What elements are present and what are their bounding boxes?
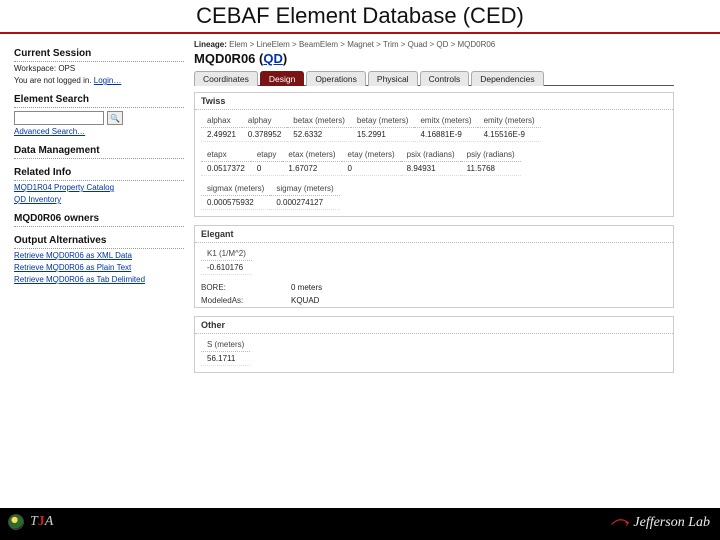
ced-app: Current Session Workspace: OPS You are n…: [14, 40, 706, 490]
output-link-xml[interactable]: Retrieve MQD0R06 as XML Data: [14, 251, 184, 261]
slide-title-bar: CEBAF Element Database (CED): [0, 0, 720, 34]
jlab-arrow-icon: [611, 518, 629, 528]
panel-twiss-head: Twiss: [195, 93, 673, 110]
footer-right: Jefferson Lab: [611, 515, 710, 531]
kv-bore: BORE: 0 meters: [195, 281, 673, 294]
magnifier-icon: 🔍: [110, 114, 120, 123]
table-row: 0.000575932 0.000274127: [201, 196, 340, 210]
sidebar-head-search: Element Search: [14, 92, 184, 108]
panel-other: Other S (meters) 56.1711: [194, 316, 674, 373]
tab-coordinates[interactable]: Coordinates: [194, 71, 258, 86]
sidebar: Current Session Workspace: OPS You are n…: [14, 40, 184, 287]
doe-seal-icon: [8, 514, 24, 530]
output-link-tab[interactable]: Retrieve MQD0R06 as Tab Delimited: [14, 275, 184, 285]
workspace-label: Workspace: OPS: [14, 64, 184, 74]
related-link-1[interactable]: MQD1R04 Property Catalog: [14, 183, 184, 193]
tab-physical[interactable]: Physical: [368, 71, 418, 86]
main-content: Lineage: Elem > LineElem > BeamElem > Ma…: [194, 40, 704, 381]
search-form: 🔍: [14, 111, 184, 125]
tab-controls[interactable]: Controls: [420, 71, 470, 86]
login-status: You are not logged in. Login…: [14, 76, 184, 86]
tab-dependencies[interactable]: Dependencies: [471, 71, 543, 86]
related-link-2[interactable]: QD Inventory: [14, 195, 184, 205]
tab-bar: Coordinates Design Operations Physical C…: [194, 70, 674, 86]
other-table: S (meters) 56.1711: [201, 338, 250, 366]
tja-logo: TJA: [30, 514, 53, 530]
jlab-label: Jefferson Lab: [633, 515, 710, 531]
twiss-table-3: sigmax (meters) sigmay (meters) 0.000575…: [201, 182, 340, 210]
sidebar-head-owners: MQD0R06 owners: [14, 211, 184, 227]
panel-twiss: Twiss alphax alphay betax (meters) betay…: [194, 92, 674, 217]
table-row: 2.49921 0.378952 52.6332 15.2991 4.16881…: [201, 128, 541, 142]
sidebar-head-related: Related Info: [14, 165, 184, 181]
element-type-link[interactable]: QD: [263, 51, 283, 66]
table-row: -0.610176: [201, 261, 252, 275]
table-row: 0.0517372 0 1.67072 0 8.94931 11.5768: [201, 162, 521, 176]
search-input[interactable]: [14, 111, 104, 125]
advanced-search-link[interactable]: Advanced Search…: [14, 127, 184, 137]
footer-left: TJA: [8, 514, 53, 530]
sidebar-head-data: Data Management: [14, 143, 184, 159]
tab-operations[interactable]: Operations: [306, 71, 366, 86]
twiss-table-1: alphax alphay betax (meters) betay (mete…: [201, 114, 541, 142]
table-row: 56.1711: [201, 352, 250, 366]
sidebar-head-session: Current Session: [14, 46, 184, 62]
slide-footer: TJA Jefferson Lab: [0, 508, 720, 540]
output-link-plain[interactable]: Retrieve MQD0R06 as Plain Text: [14, 263, 184, 273]
tab-design[interactable]: Design: [260, 71, 304, 86]
panel-other-head: Other: [195, 317, 673, 334]
panel-elegant-head: Elegant: [195, 226, 673, 243]
lineage: Lineage: Elem > LineElem > BeamElem > Ma…: [194, 40, 704, 49]
panel-elegant: Elegant K1 (1/M^2) -0.610176 BORE: 0 met…: [194, 225, 674, 308]
login-link[interactable]: Login…: [94, 76, 122, 85]
elegant-table: K1 (1/M^2) -0.610176: [201, 247, 252, 275]
sidebar-head-output: Output Alternatives: [14, 233, 184, 249]
kv-modeled: ModeledAs: KQUAD: [195, 294, 673, 307]
search-button[interactable]: 🔍: [107, 111, 123, 125]
element-title: MQD0R06 (QD): [194, 51, 704, 66]
slide-title: CEBAF Element Database (CED): [0, 3, 720, 29]
twiss-table-2: etapx etapy etax (meters) etay (meters) …: [201, 148, 521, 176]
